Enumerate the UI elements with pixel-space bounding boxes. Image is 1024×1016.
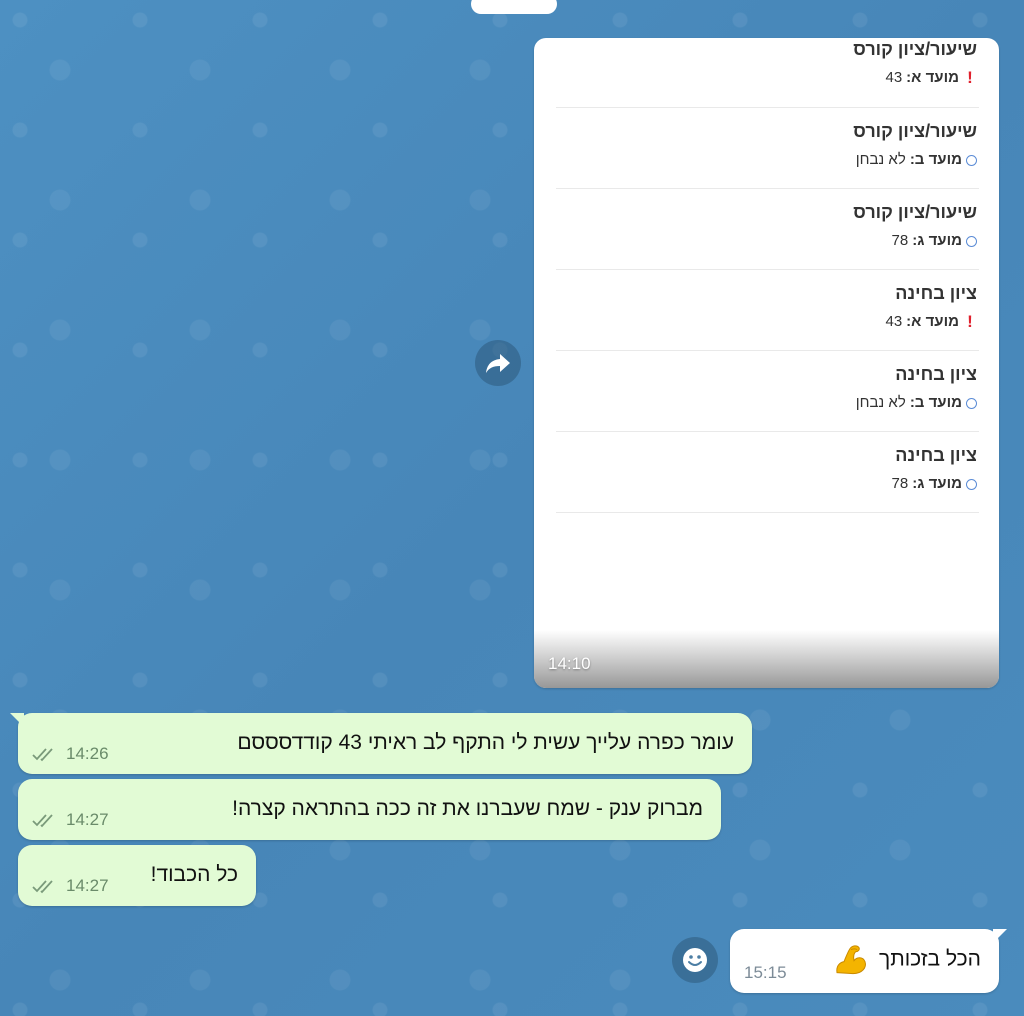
term-label: מועד ב: [909,394,962,411]
grade-title: שיעור/ציון קורס [853,121,977,141]
message-meta: 14:27 [32,810,109,830]
grade-value: 78 [891,232,909,249]
message-text: עומר כפרה עלייך עשית לי התקף לב ראיתי 43… [237,730,734,754]
term-label: מועד א: [906,69,959,86]
grade-row: שיעור/ציון קורס ! מועד א: 43 [556,38,979,108]
message-time: 15:15 [744,963,787,982]
grade-line: מועד ב: לא נבחן [556,150,977,170]
grade-line: מועד ג: 78 [556,231,977,251]
open-circle-icon [966,154,977,166]
bubble-tail [994,38,999,52]
grade-title: ציון בחינה [895,445,977,465]
message-time: 14:26 [66,744,109,763]
incoming-message[interactable]: עומר כפרה עלייך עשית לי התקף לב ראיתי 43… [10,713,752,774]
grade-value: 78 [891,475,909,492]
grade-row: שיעור/ציון קורס מועד ג: 78 [556,189,979,270]
open-circle-icon [966,235,977,247]
grade-title: ציון בחינה [895,364,977,384]
grade-title: ציון בחינה [895,283,977,303]
image-timestamp: 14:10 [548,654,591,673]
grade-value: 43 [885,69,903,86]
grade-row: ציון בחינה מועד ב: לא נבחן [556,351,979,432]
outgoing-message[interactable]: הכל בזכותך 15:15 [730,929,1007,993]
grade-line: ! מועד א: 43 [556,312,977,332]
smiley-icon [683,948,707,972]
grade-line: מועד ב: לא נבחן [556,393,977,413]
grade-title: שיעור/ציון קורס [853,202,977,222]
grade-value: לא נבחן [855,394,906,411]
message-text-content: הכל בזכותך [878,947,981,971]
double-check-icon [32,748,53,762]
image-message[interactable]: שיעור/ציון קורס ! מועד א: 43 שיעור/ציון … [534,38,999,688]
bubble-tail [993,929,1007,943]
open-circle-icon [966,478,977,490]
open-circle-icon [966,397,977,409]
incoming-message[interactable]: כל הכבוד! 14:27 [18,845,256,906]
grade-line: ! מועד א: 43 [556,68,977,88]
grade-row: ציון בחינה ! מועד א: 43 [556,270,979,351]
grade-row: ציון בחינה מועד ג: 78 [556,432,979,513]
grade-value: לא נבחן [855,151,906,168]
forward-button[interactable] [475,340,521,386]
grade-value: 43 [885,313,903,330]
message-text: מברוק ענק - שמח שעברנו את זה ככה בהתראה … [232,796,703,820]
emoji-reaction-button[interactable] [672,937,718,983]
term-label: מועד ב: [909,151,962,168]
term-label: מועד א: [906,313,959,330]
bubble-tail [10,713,24,727]
message-time: 14:27 [66,876,109,895]
flexed-biceps-icon [836,945,866,975]
message-meta: 14:27 [32,876,109,896]
previous-message-stub [471,0,557,14]
grade-row: שיעור/ציון קורס מועד ב: לא נבחן [556,108,979,189]
failed-exclamation-icon: ! [967,312,973,331]
image-bottom-shade [534,630,999,688]
message-text: כל הכבוד! [150,862,238,886]
message-time: 14:27 [66,810,109,829]
incoming-message[interactable]: מברוק ענק - שמח שעברנו את זה ככה בהתראה … [18,779,721,840]
grade-list: שיעור/ציון קורס ! מועד א: 43 שיעור/ציון … [556,38,979,513]
double-check-icon [32,880,53,894]
grade-title: שיעור/ציון קורס [853,39,977,59]
forward-arrow-icon [486,354,510,373]
term-label: מועד ג: [912,232,962,249]
term-label: מועד ג: [912,475,962,492]
grade-line: מועד ג: 78 [556,474,977,494]
message-text: הכל בזכותך [823,943,981,977]
message-meta: 15:15 [744,963,787,983]
failed-exclamation-icon: ! [967,68,973,87]
message-meta: 14:26 [32,744,109,764]
double-check-icon [32,814,53,828]
